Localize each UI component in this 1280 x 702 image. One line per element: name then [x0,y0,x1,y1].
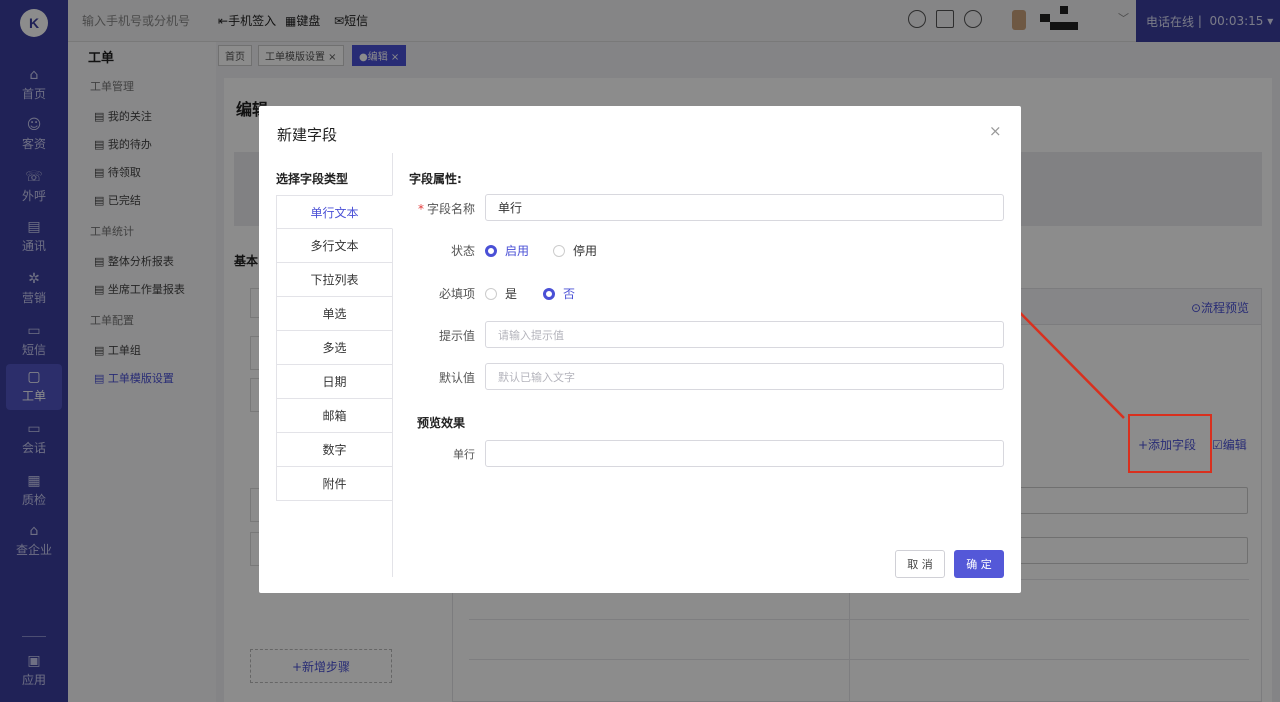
required-yes-radio[interactable]: 是 [485,285,517,302]
confirm-button[interactable]: 确 定 [954,550,1004,578]
cancel-button[interactable]: 取 消 [895,550,945,578]
hint-input[interactable]: 请输入提示值 [485,321,1004,348]
radio-dot [553,244,565,257]
field-attributes-heading: 字段属性: [409,172,462,186]
preview-label: 单行 [453,448,475,461]
close-icon[interactable]: × [989,122,1002,140]
field-name-label-text: 字段名称 [426,202,475,216]
radio-label: 启用 [505,244,530,258]
required-no-radio[interactable]: 否 [543,285,575,302]
radio-dot [543,287,555,300]
preview-input[interactable] [485,440,1004,467]
default-input[interactable]: 默认已输入文字 [485,363,1004,390]
default-label: 默认值 [438,371,475,385]
field-name-input[interactable]: 单行 [485,194,1004,221]
field-name-label: * 字段名称 [417,202,475,216]
new-field-dialog: 新建字段 × 选择字段类型 单行文本 多行文本 下拉列表 单选 多选 日期 邮箱… [259,106,1021,593]
preview-heading: 预览效果 [417,416,466,430]
status-disabled-radio[interactable]: 停用 [553,242,597,259]
field-type-heading: 选择字段类型 [276,172,349,186]
radio-dot [485,287,497,300]
required-label: 必填项 [438,287,475,301]
status-enabled-radio[interactable]: 启用 [485,242,529,259]
radio-dot [485,244,497,257]
radio-label: 停用 [573,244,598,258]
hint-label: 提示值 [438,329,475,343]
field-type-radio[interactable]: 单选 [276,297,393,331]
field-type-email[interactable]: 邮箱 [276,399,393,433]
field-type-attachment[interactable]: 附件 [276,467,393,501]
radio-label: 否 [563,287,576,301]
annotation-highlight-box [1128,414,1212,473]
status-label: 状态 [450,244,475,258]
radio-label: 是 [505,287,518,301]
dialog-title: 新建字段 [277,126,338,144]
